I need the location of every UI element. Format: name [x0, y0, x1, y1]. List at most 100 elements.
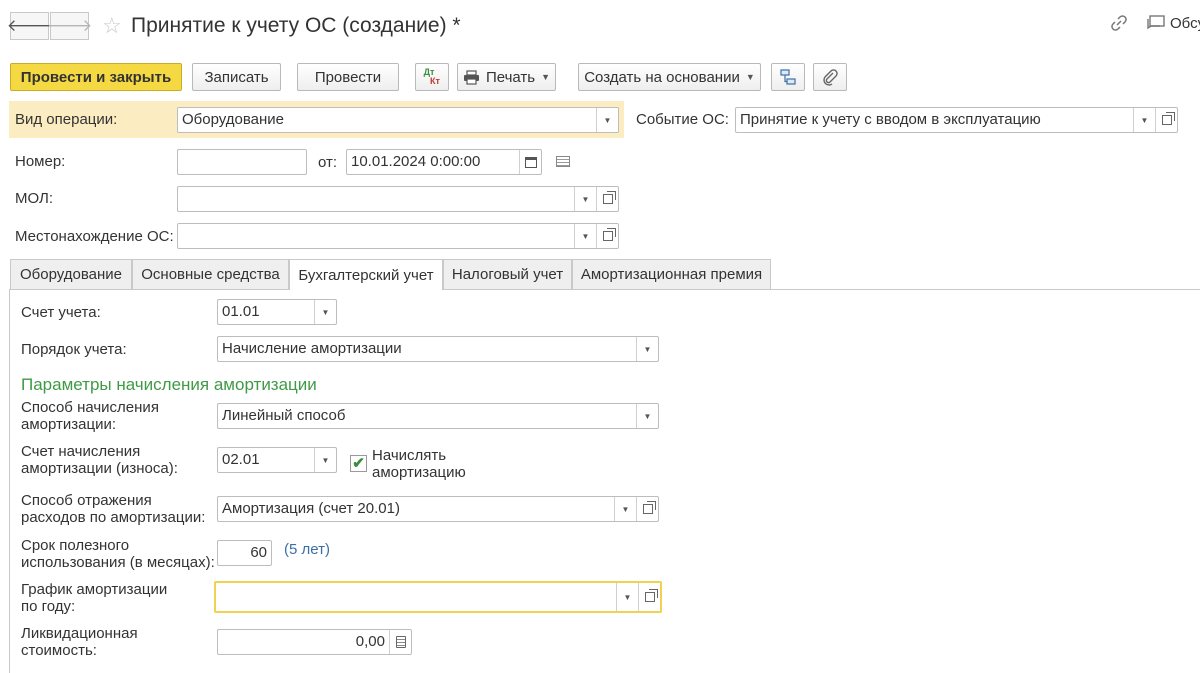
operation-type-label: Вид операции: — [15, 111, 118, 128]
dep-account-label-line1: Счет начисления — [21, 443, 141, 460]
open-icon[interactable] — [1155, 108, 1177, 132]
dep-account-label-line2: амортизации (износа): — [21, 460, 178, 477]
print-label: Печать — [485, 68, 536, 86]
operation-type-field[interactable]: Оборудование ▼ — [177, 107, 619, 133]
salvage-value-input[interactable]: 0,00 — [217, 629, 412, 655]
event-field[interactable]: Принятие к учету с вводом в эксплуатацию… — [735, 107, 1178, 133]
salvage-label-line1: Ликвидационная — [21, 625, 138, 642]
chevron-down-icon[interactable]: ▼ — [314, 300, 336, 324]
useful-life-value: 60 — [250, 544, 267, 561]
accrue-label-line2: амортизацию — [372, 464, 466, 481]
chevron-down-icon: ▼ — [745, 72, 755, 82]
checkmark-icon: ✔ — [352, 455, 365, 472]
account-label: Счет учета: — [21, 304, 101, 321]
tab-tax-accounting[interactable]: Налоговый учет — [443, 259, 572, 289]
attach-button[interactable] — [813, 63, 847, 91]
method-value: Линейный способ — [222, 407, 346, 424]
useful-life-years: (5 лет) — [284, 541, 330, 558]
event-label: Событие ОС: — [636, 111, 729, 128]
arrow-left-icon: 🡐 — [6, 16, 53, 35]
chevron-down-icon[interactable]: ▼ — [574, 224, 596, 248]
post-button[interactable]: Провести — [297, 63, 399, 91]
open-icon[interactable] — [596, 187, 618, 211]
schedule-label-line1: График амортизации — [21, 581, 168, 598]
dt-kt-button[interactable]: Дт Кт — [415, 63, 449, 91]
structure-icon — [779, 68, 797, 86]
method-field[interactable]: Линейный способ ▼ — [217, 403, 659, 429]
useful-life-input[interactable]: 60 — [217, 540, 272, 566]
create-based-on-button[interactable]: Создать на основании ▼ — [578, 63, 761, 91]
back-button[interactable]: 🡐 — [7, 12, 52, 40]
tab-equipment[interactable]: Оборудование — [10, 259, 132, 289]
chevron-down-icon[interactable]: ▼ — [596, 108, 618, 132]
method-label-line1: Способ начисления — [21, 399, 159, 416]
chevron-down-icon[interactable]: ▼ — [314, 448, 336, 472]
number-input[interactable] — [177, 149, 307, 175]
calculator-icon[interactable] — [389, 630, 411, 654]
dep-account-field[interactable]: 02.01 ▼ — [217, 447, 337, 473]
schedule-label-line2: по году: — [21, 598, 76, 615]
tab-divider — [9, 289, 1200, 290]
note-icon[interactable] — [556, 156, 570, 167]
order-label: Порядок учета: — [21, 341, 127, 358]
chevron-down-icon[interactable]: ▼ — [574, 187, 596, 211]
save-button[interactable]: Записать — [192, 63, 281, 91]
expense-label-line1: Способ отражения — [21, 492, 152, 509]
life-label-line2: использования (в месяцах): — [21, 554, 215, 571]
event-value: Принятие к учету с вводом в эксплуатацию — [740, 111, 1041, 128]
tab-accounting[interactable]: Бухгалтерский учет — [289, 259, 443, 290]
depreciation-params-title: Параметры начисления амортизации — [21, 375, 317, 394]
page-title: Принятие к учету ОС (создание) * — [131, 14, 461, 37]
life-label-line1: Срок полезного — [21, 537, 130, 554]
number-label: Номер: — [15, 153, 66, 170]
chevron-down-icon[interactable]: ▼ — [636, 337, 658, 361]
link-icon[interactable] — [1110, 14, 1128, 32]
mol-label: МОЛ: — [15, 190, 54, 207]
accrue-label-line1: Начислять — [372, 447, 447, 464]
location-field[interactable]: ▼ — [177, 223, 619, 249]
expense-value: Амортизация (счет 20.01) — [222, 500, 400, 517]
forward-button[interactable]: 🡒 — [47, 12, 92, 40]
structure-button[interactable] — [771, 63, 805, 91]
chevron-down-icon[interactable]: ▼ — [1133, 108, 1155, 132]
operation-type-value: Оборудование — [182, 111, 285, 128]
paperclip-icon — [822, 68, 838, 86]
expense-field[interactable]: Амортизация (счет 20.01) ▼ — [217, 496, 659, 522]
open-icon[interactable] — [638, 583, 660, 611]
account-field[interactable]: 01.01 ▼ — [217, 299, 337, 325]
dep-account-value: 02.01 — [222, 451, 260, 468]
open-icon[interactable] — [636, 497, 658, 521]
tab-fixed-assets[interactable]: Основные средства — [132, 259, 289, 289]
arrow-right-icon: 🡒 — [46, 16, 93, 35]
salvage-label-line2: стоимость: — [21, 642, 97, 659]
tab-panel-border — [9, 289, 10, 673]
chevron-down-icon[interactable]: ▼ — [636, 404, 658, 428]
date-value: 10.01.2024 0:00:00 — [351, 153, 481, 170]
create-based-label: Создать на основании — [584, 68, 740, 86]
kt-label: Кт — [430, 76, 440, 86]
printer-icon — [463, 69, 480, 85]
chevron-down-icon: ▼ — [541, 72, 551, 82]
accrue-depreciation-checkbox[interactable]: ✔ — [350, 455, 367, 472]
from-label: от: — [318, 154, 338, 171]
method-label-line2: амортизации: — [21, 416, 116, 433]
chevron-down-icon[interactable]: ▼ — [614, 497, 636, 521]
star-icon[interactable]: ☆ — [102, 13, 122, 39]
schedule-field[interactable]: ▼ — [214, 581, 662, 613]
order-field[interactable]: Начисление амортизации ▼ — [217, 336, 659, 362]
calendar-icon[interactable] — [519, 150, 541, 174]
chevron-down-icon[interactable]: ▼ — [616, 583, 638, 611]
salvage-value: 0,00 — [355, 633, 385, 650]
open-icon[interactable] — [596, 224, 618, 248]
account-value: 01.01 — [222, 303, 260, 320]
chat-icon[interactable] — [1146, 14, 1166, 32]
date-input[interactable]: 10.01.2024 0:00:00 — [346, 149, 542, 175]
mol-field[interactable]: ▼ — [177, 186, 619, 212]
order-value: Начисление амортизации — [222, 340, 402, 357]
location-label: Местонахождение ОС: — [15, 228, 174, 245]
expense-label-line2: расходов по амортизации: — [21, 509, 206, 526]
tab-depreciation-bonus[interactable]: Амортизационная премия — [572, 259, 771, 289]
print-button[interactable]: Печать ▼ — [457, 63, 556, 91]
discuss-label[interactable]: Обсу — [1170, 15, 1200, 32]
post-and-close-button[interactable]: Провести и закрыть — [10, 63, 182, 91]
